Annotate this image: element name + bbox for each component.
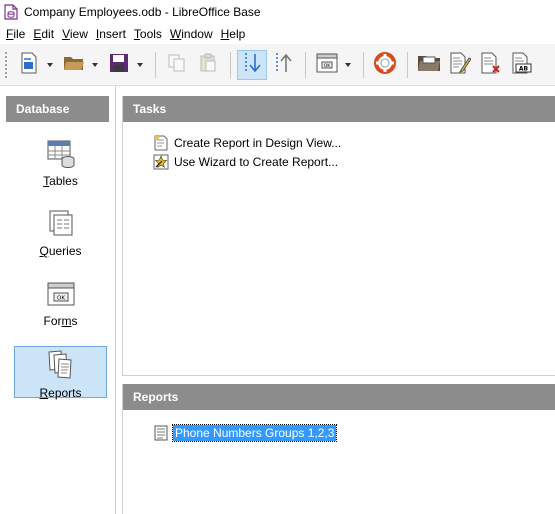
menu-insert[interactable]: Insert xyxy=(92,27,130,41)
help-lifebuoy-icon xyxy=(374,52,396,77)
database-header: Database xyxy=(6,96,109,122)
nav-tables-label: Tables xyxy=(43,174,78,188)
new-icon xyxy=(19,52,39,77)
edit-button[interactable] xyxy=(445,50,475,80)
window-title: Company Employees.odb - LibreOffice Base xyxy=(24,5,261,19)
tables-icon xyxy=(46,139,76,172)
sort-descending-icon xyxy=(272,51,294,78)
copy-button[interactable] xyxy=(162,50,192,80)
rename-button[interactable]: AB xyxy=(507,50,537,80)
nav-queries-label: Queries xyxy=(39,244,82,258)
task-use-wizard[interactable]: Use Wizard to Create Report... xyxy=(153,153,338,171)
queries-icon xyxy=(46,209,76,242)
save-icon xyxy=(109,53,129,76)
svg-text:OK: OK xyxy=(324,63,332,69)
open-icon xyxy=(63,54,85,75)
menu-window[interactable]: Window xyxy=(166,27,217,41)
task-label: Create Report in Design View... xyxy=(174,136,342,150)
new-dropdown-arrow[interactable] xyxy=(45,50,55,80)
paste-button[interactable] xyxy=(193,50,223,80)
tasks-header: Tasks xyxy=(123,96,555,122)
forms-icon: OK xyxy=(46,279,76,312)
delete-button[interactable] xyxy=(476,50,506,80)
menu-tools[interactable]: Tools xyxy=(130,27,166,41)
open-button[interactable] xyxy=(59,50,89,80)
title-bar: Company Employees.odb - LibreOffice Base xyxy=(0,0,555,24)
report-item-label: Phone Numbers Groups 1,2,3 xyxy=(171,424,338,442)
menu-help[interactable]: Help xyxy=(217,27,250,41)
nav-reports[interactable]: Reports xyxy=(14,346,107,400)
toolbar-separator xyxy=(407,51,408,78)
toolbar-separator xyxy=(363,51,364,78)
task-label: Use Wizard to Create Report... xyxy=(174,155,339,169)
report-item[interactable]: Phone Numbers Groups 1,2,3 xyxy=(153,424,338,442)
nav-queries[interactable]: Queries xyxy=(14,206,107,258)
toolbar-separator xyxy=(305,51,306,78)
rename-icon: AB xyxy=(511,52,533,77)
wizard-icon xyxy=(153,154,169,170)
libreoffice-base-icon xyxy=(4,4,18,20)
menu-view[interactable]: View xyxy=(58,27,92,41)
nav-tables[interactable]: Tables xyxy=(14,136,107,188)
new-button[interactable] xyxy=(14,50,44,80)
sort-ascending-icon xyxy=(241,51,263,78)
reports-header: Reports xyxy=(123,384,555,410)
toolbar-grip[interactable] xyxy=(4,50,8,79)
nav-forms[interactable]: OK Forms xyxy=(14,276,107,328)
design-view-icon xyxy=(153,135,169,151)
form-dropdown-arrow[interactable] xyxy=(343,50,353,80)
menu-edit[interactable]: Edit xyxy=(29,27,58,41)
database-panel: Database Tables Queries OK Forms Reports xyxy=(0,86,116,514)
open-database-object-button[interactable] xyxy=(414,50,444,80)
toolbar-separator xyxy=(155,51,156,78)
help-button[interactable] xyxy=(370,50,400,80)
open-dropdown-arrow[interactable] xyxy=(90,50,100,80)
nav-forms-label: Forms xyxy=(43,314,78,328)
save-dropdown-arrow[interactable] xyxy=(135,50,145,80)
nav-reports-label: Reports xyxy=(39,386,82,400)
tasks-pane: Tasks Create Report in Design View... Us… xyxy=(122,96,555,376)
copy-icon xyxy=(167,53,187,76)
delete-document-icon xyxy=(480,52,502,77)
menu-file[interactable]: File xyxy=(2,27,29,41)
folder-icon xyxy=(417,53,441,76)
standard-toolbar: OK AB xyxy=(0,44,555,86)
form-button[interactable]: OK xyxy=(312,50,342,80)
sort-descending-button[interactable] xyxy=(268,50,298,80)
task-create-report-design-view[interactable]: Create Report in Design View... xyxy=(153,134,341,152)
paste-icon xyxy=(198,53,218,76)
toolbar-separator xyxy=(230,51,231,78)
edit-document-icon xyxy=(449,52,472,77)
sort-ascending-button[interactable] xyxy=(237,49,267,80)
reports-pane: Reports Phone Numbers Groups 1,2,3 xyxy=(122,384,555,514)
reports-icon xyxy=(45,349,77,384)
svg-text:AB: AB xyxy=(519,66,529,73)
menu-bar: File Edit View Insert Tools Window Help xyxy=(0,24,555,44)
svg-text:OK: OK xyxy=(57,296,65,302)
save-button[interactable] xyxy=(104,50,134,80)
form-icon: OK xyxy=(316,53,338,76)
report-document-icon xyxy=(153,425,169,441)
